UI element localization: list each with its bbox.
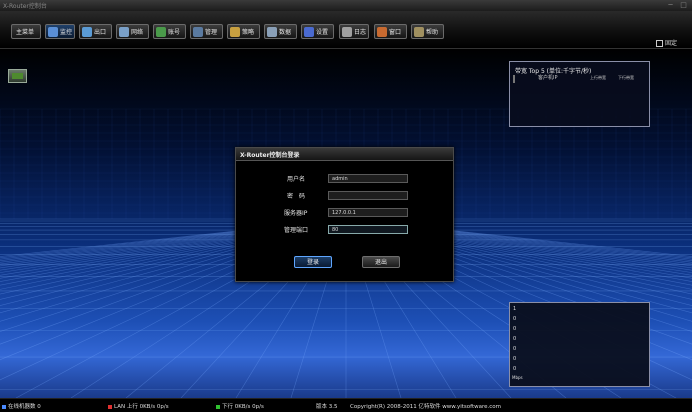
network-icon bbox=[119, 27, 129, 37]
data-icon bbox=[267, 27, 277, 37]
port-label: 管理端口 bbox=[284, 227, 309, 234]
toolbar-monitor-button[interactable]: 监控 bbox=[45, 24, 75, 39]
lan-download-status: 下行 0KB/s 0p/s bbox=[216, 402, 264, 410]
gauge-icon bbox=[48, 27, 58, 37]
pin-toolbar-checkbox[interactable]: 固定 bbox=[656, 38, 677, 47]
download-arrow-icon bbox=[216, 404, 220, 409]
column-download: 下行带宽 bbox=[618, 75, 634, 80]
y-tick: 0 bbox=[513, 366, 517, 372]
login-dialog-titlebar[interactable]: X-Router控制台登录 bbox=[236, 148, 453, 161]
toolbar-button-label: 监控 bbox=[60, 29, 73, 36]
y-tick: 0 bbox=[513, 336, 517, 342]
y-tick: 1 bbox=[513, 306, 517, 312]
monitor-icon bbox=[193, 27, 203, 37]
log-icon bbox=[342, 27, 352, 37]
online-count-status: 在线机器数 0 bbox=[2, 402, 41, 410]
exit-icon bbox=[82, 27, 92, 37]
window-icon bbox=[377, 27, 387, 37]
y-tick: 0 bbox=[513, 316, 517, 322]
toolbar-network-button[interactable]: 网络 bbox=[116, 24, 149, 39]
maximize-button[interactable]: □ bbox=[679, 1, 688, 9]
toolbar-button-label: 窗口 bbox=[389, 29, 402, 36]
toolbar-manage-button[interactable]: 管理 bbox=[190, 24, 223, 39]
lan-upload-status: LAN 上行 0KB/s 0p/s bbox=[108, 402, 169, 410]
server-ip-label: 服务器IP bbox=[284, 210, 308, 217]
upload-arrow-icon bbox=[108, 404, 112, 409]
toolbar-button-label: 设置 bbox=[316, 29, 329, 36]
toolbar-button-label: 主菜单 bbox=[16, 29, 35, 36]
pin-label: 固定 bbox=[665, 40, 678, 47]
exit-button[interactable]: 退出 bbox=[362, 256, 400, 268]
username-field[interactable] bbox=[328, 174, 408, 183]
bandwidth-top5-panel: 带宽 Top 5 (单位:千字节/秒) 客户机IP 上行带宽 下行带宽 bbox=[509, 61, 650, 127]
toolbar-policy-button[interactable]: 策略 bbox=[227, 24, 260, 39]
password-label: 密 码 bbox=[287, 193, 306, 200]
username-label: 用户名 bbox=[287, 176, 306, 183]
box-icon bbox=[230, 27, 240, 37]
login-button[interactable]: 登录 bbox=[294, 256, 332, 268]
status-dot-icon bbox=[2, 404, 6, 409]
status-bar: 在线机器数 0 LAN 上行 0KB/s 0p/s 下行 0KB/s 0p/s … bbox=[0, 398, 692, 412]
users-icon bbox=[156, 27, 166, 37]
minimize-button[interactable]: ─ bbox=[666, 1, 675, 9]
toolbar-button-label: 账号 bbox=[168, 29, 181, 36]
login-dialog-title: X-Router控制台登录 bbox=[240, 152, 300, 159]
column-client-ip: 客户机IP bbox=[538, 75, 558, 81]
checkbox-icon bbox=[656, 40, 663, 47]
toolbar-settings-button[interactable]: 设置 bbox=[301, 24, 334, 39]
toolbar-window-button[interactable]: 窗口 bbox=[374, 24, 407, 39]
toolbar-button-label: 网络 bbox=[131, 29, 144, 36]
y-tick: 0 bbox=[513, 326, 517, 332]
help-icon bbox=[414, 27, 424, 37]
main-area: 带宽 Top 5 (单位:千字节/秒) 客户机IP 上行带宽 下行带宽 1 0 … bbox=[0, 49, 692, 398]
copyright-text: Copyright(R) 2008-2011 亿特软件 www.yitsoftw… bbox=[350, 404, 502, 410]
toolbar-main-menu-button[interactable]: 主菜单 bbox=[11, 24, 41, 39]
server-ip-field[interactable] bbox=[328, 208, 408, 217]
toolbar-exit-button[interactable]: 出口 bbox=[79, 24, 112, 39]
toolbar-button-label: 日志 bbox=[354, 29, 367, 36]
y-tick: 0 bbox=[513, 346, 517, 352]
password-field[interactable] bbox=[328, 191, 408, 200]
column-upload: 上行带宽 bbox=[590, 75, 606, 80]
window-title-bar: X-Router控制台 ─ □ bbox=[0, 0, 692, 11]
chart-unit-label: Mbps bbox=[512, 375, 523, 380]
login-dialog: X-Router控制台登录 用户名 密 码 服务器IP 管理端口 登录 退出 bbox=[235, 147, 454, 282]
minimized-widget-icon[interactable] bbox=[8, 69, 27, 83]
toolbar-help-button[interactable]: 帮助 bbox=[411, 24, 444, 39]
main-toolbar: 主菜单 监控 出口 网络 账号 管理 策略 数据 设置 日志 窗口 帮助 固定 bbox=[0, 11, 692, 49]
toolbar-button-label: 数据 bbox=[279, 29, 292, 36]
toolbar-button-label: 策略 bbox=[242, 29, 255, 36]
y-tick: 0 bbox=[513, 356, 517, 362]
panel-scroll-handle[interactable] bbox=[513, 75, 515, 83]
toolbar-button-label: 出口 bbox=[94, 29, 107, 36]
toolbar-button-label: 管理 bbox=[205, 29, 218, 36]
settings-icon bbox=[304, 27, 314, 37]
toolbar-account-button[interactable]: 账号 bbox=[153, 24, 186, 39]
window-title: X-Router控制台 bbox=[3, 3, 47, 10]
toolbar-log-button[interactable]: 日志 bbox=[339, 24, 369, 39]
traffic-chart-panel: 1 0 0 0 0 0 0 Mbps bbox=[509, 302, 650, 387]
version-text: 版本 3.5 bbox=[316, 404, 338, 410]
toolbar-button-label: 帮助 bbox=[426, 29, 439, 36]
toolbar-data-button[interactable]: 数据 bbox=[264, 24, 297, 39]
port-field[interactable] bbox=[328, 225, 408, 234]
